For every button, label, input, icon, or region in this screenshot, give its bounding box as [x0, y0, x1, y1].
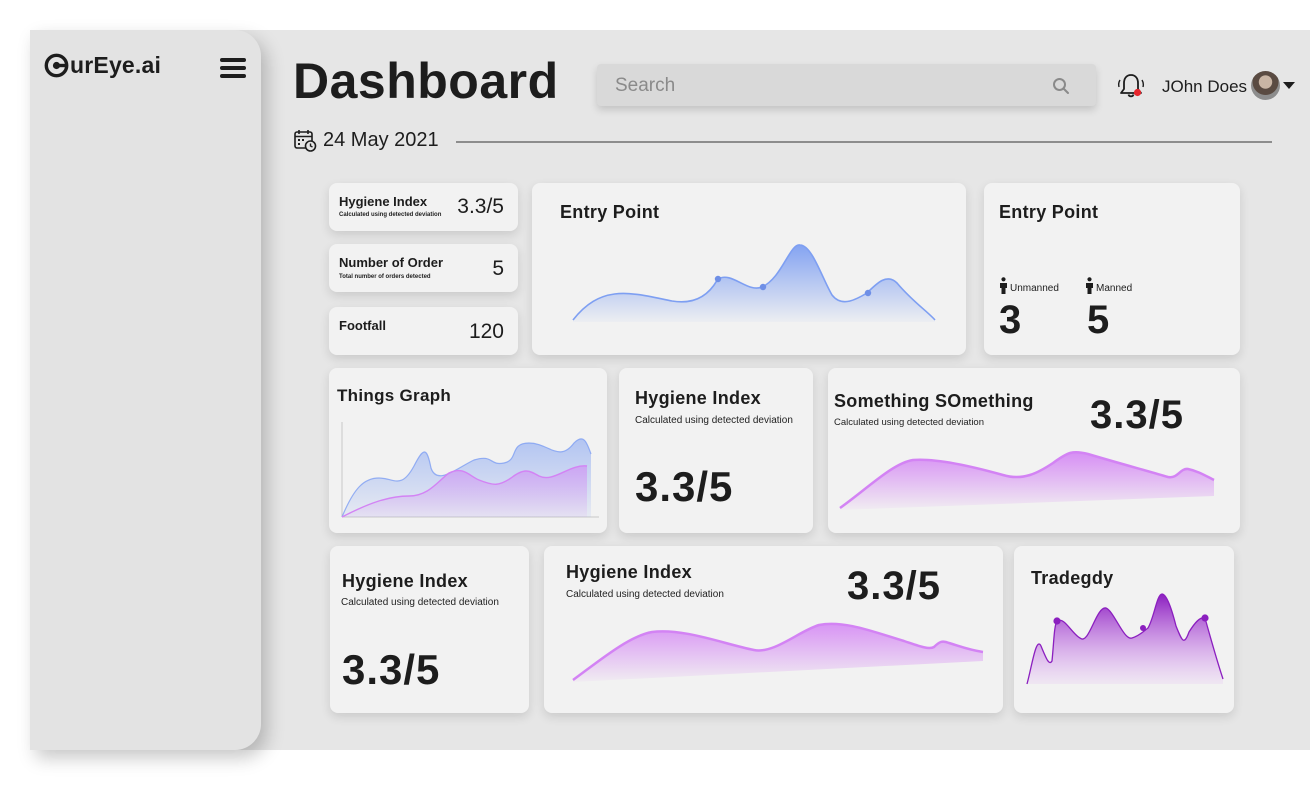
- things-graph-chart: [341, 422, 599, 518]
- avatar[interactable]: [1251, 71, 1280, 100]
- unmanned-text: Unmanned: [1010, 283, 1059, 294]
- person-icon: [1086, 277, 1093, 294]
- search-input[interactable]: [613, 64, 1037, 108]
- stat-title: Hygiene Index: [339, 194, 428, 209]
- tragedy-point: [1053, 617, 1061, 625]
- stat-card-footfall[interactable]: Footfall 120: [329, 307, 518, 355]
- stat-title: Number of Order: [339, 255, 444, 270]
- date-divider: [456, 141, 1272, 143]
- tragedy-area: [1027, 594, 1223, 684]
- brand-name: urEye.ai: [70, 52, 162, 78]
- stat-value: 5: [492, 257, 504, 280]
- unmanned-value: 3: [999, 298, 1022, 342]
- manned-label: Manned: [1085, 277, 1132, 294]
- stat-subtitle: Calculated using detected deviation: [339, 212, 442, 218]
- entry-point-counts-card[interactable]: Entry Point Unmanned 3 Manned 5: [984, 183, 1240, 355]
- sidebar: urEye.ai: [30, 30, 261, 750]
- something-chart: [839, 450, 1215, 510]
- stat-value: 3.3/5: [457, 195, 504, 218]
- stat-card-orders[interactable]: Number of Order Total number of orders d…: [329, 244, 518, 292]
- entry-point-chart: [572, 244, 936, 322]
- things-graph-card[interactable]: Things Graph: [329, 368, 607, 533]
- tragedy-point: [1201, 614, 1209, 622]
- tragedy-card[interactable]: Tradegdy: [1014, 546, 1234, 713]
- notification-bell-icon[interactable]: [1116, 72, 1146, 100]
- stat-subtitle: Total number of orders detected: [339, 274, 431, 280]
- manned-text: Manned: [1096, 283, 1133, 294]
- something-card[interactable]: Something SOmething Calculated using det…: [828, 368, 1240, 533]
- logo[interactable]: urEye.ai: [44, 52, 161, 79]
- hygiene-index-chart-card[interactable]: Hygiene Index Calculated using detected …: [544, 546, 1003, 713]
- date-text: 24 May 2021: [323, 128, 439, 151]
- hygiene-chart: [572, 622, 984, 682]
- unmanned-label: Unmanned: [999, 277, 1059, 294]
- something-area: [840, 452, 1214, 510]
- search-icon[interactable]: [1052, 77, 1070, 95]
- tragedy-chart: [1026, 593, 1224, 685]
- hygiene-value: 3.3/5: [635, 463, 734, 510]
- card-title: Entry Point: [999, 202, 1099, 222]
- tragedy-point: [1140, 625, 1146, 631]
- calendar-icon: [294, 130, 317, 152]
- hygiene-area: [573, 623, 983, 682]
- entry-area: [573, 244, 935, 322]
- card-title: Hygiene Index: [342, 571, 468, 591]
- card-subtitle: Calculated using detected deviation: [635, 415, 793, 426]
- card-subtitle: Calculated using detected deviation: [341, 597, 499, 608]
- date-display: 24 May 2021: [293, 128, 439, 152]
- user-name[interactable]: JOhn Does: [1162, 77, 1247, 97]
- hygiene-value: 3.3/5: [342, 646, 441, 693]
- hygiene-index-card[interactable]: Hygiene Index Calculated using detected …: [619, 368, 813, 533]
- eye-logo-icon: [44, 53, 69, 78]
- entry-point-chart-card[interactable]: Entry Point: [532, 183, 966, 355]
- stat-value: 120: [468, 320, 504, 343]
- entry-point: [864, 289, 872, 297]
- entry-point: [759, 283, 767, 291]
- manned-value: 5: [1087, 298, 1110, 342]
- hamburger-menu-icon[interactable]: [220, 58, 246, 80]
- page-title: Dashboard: [293, 53, 559, 109]
- chevron-down-icon[interactable]: [1283, 82, 1295, 90]
- hygiene-index-card[interactable]: Hygiene Index Calculated using detected …: [330, 546, 529, 713]
- search-bar: [597, 64, 1096, 108]
- stat-title: Footfall: [339, 318, 386, 333]
- entry-point: [714, 275, 722, 283]
- card-title: Hygiene Index: [635, 388, 761, 408]
- stat-card-hygiene[interactable]: Hygiene Index Calculated using detected …: [329, 183, 518, 231]
- person-icon: [1000, 277, 1007, 294]
